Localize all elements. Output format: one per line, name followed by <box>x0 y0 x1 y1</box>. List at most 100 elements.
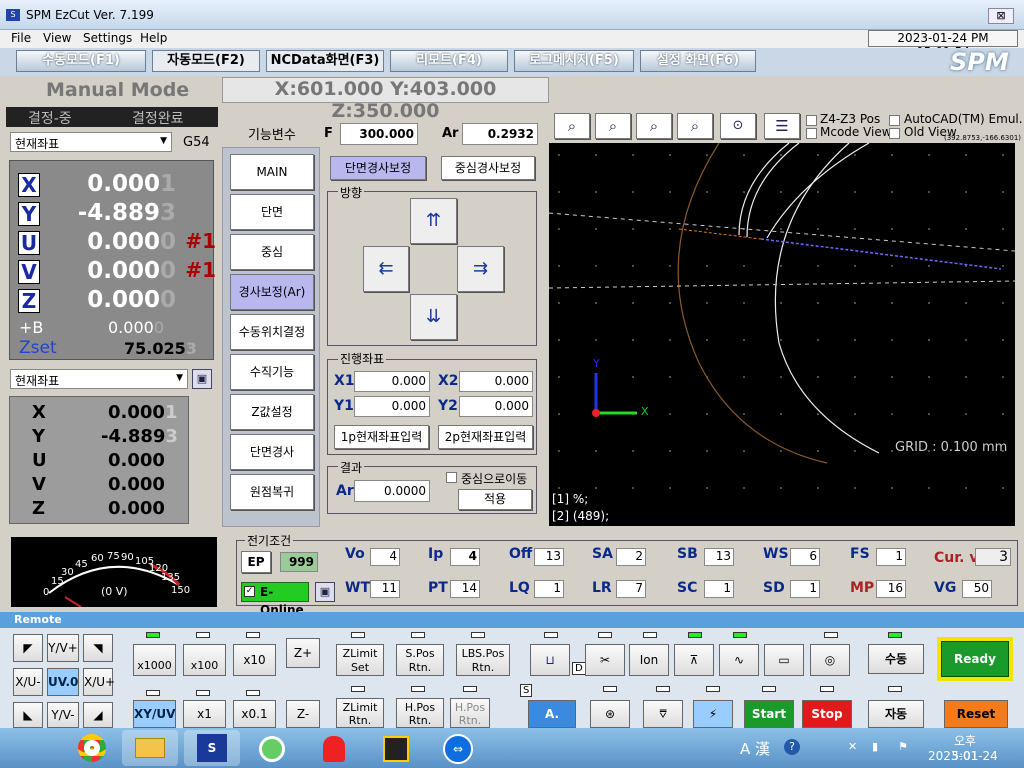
sa-input[interactable]: 2 <box>616 548 646 566</box>
ezcut-icon[interactable]: S <box>184 730 240 766</box>
coord-system-select[interactable]: 현재좌표 ▼ <box>10 132 172 152</box>
manual-mode-button[interactable]: 수동 <box>868 644 924 674</box>
wave-icon[interactable]: ∿ <box>719 644 759 676</box>
y1-input[interactable]: 0.000 <box>354 396 430 417</box>
zoom-fit-icon[interactable]: ⌕ <box>554 113 590 139</box>
ep-value[interactable]: 999 <box>280 552 318 572</box>
wechat-icon[interactable] <box>244 730 300 766</box>
direction-down-button[interactable]: ⇊ <box>410 294 457 340</box>
func-manual-position-button[interactable]: 수동위치결정 <box>230 314 314 350</box>
two-box-icon[interactable]: ▭ <box>764 644 804 676</box>
tab-auto[interactable]: 자동모드(F2) <box>152 50 260 72</box>
mp-input[interactable]: 16 <box>876 580 906 598</box>
menu-file[interactable]: File <box>11 31 31 45</box>
chrome-icon[interactable] <box>64 730 120 766</box>
apply-button[interactable]: 적용 <box>458 489 532 510</box>
jog-down-left-button[interactable]: ◣ <box>13 702 43 728</box>
dopdf-icon[interactable] <box>368 730 424 766</box>
zlimit-rtn-button[interactable]: ZLimit Rtn. <box>336 698 384 728</box>
func-z-set-button[interactable]: Z값설정 <box>230 394 314 430</box>
auto-start-button[interactable]: A. Start <box>528 700 576 747</box>
origin-marker-icon[interactable]: ⊙ <box>720 113 756 139</box>
func-main-button[interactable]: MAIN <box>230 154 314 190</box>
func-taper-correction-button[interactable]: 경사보정(Ar) <box>230 274 314 310</box>
help-icon[interactable]: ? <box>784 739 800 755</box>
vg-input[interactable]: 50 <box>962 580 992 598</box>
direction-up-button[interactable]: ⇈ <box>410 198 457 244</box>
func-home-return-button[interactable]: 원점복귀 <box>230 474 314 510</box>
tab-remote[interactable]: 리모트(F4) <box>390 50 508 72</box>
h-pos-rtn-disabled-button[interactable]: H.Pos Rtn. <box>450 698 490 728</box>
func-vertical-button[interactable]: 수직기능 <box>230 354 314 390</box>
save-icon[interactable]: ▣ <box>192 369 212 389</box>
sb-input[interactable]: 13 <box>704 548 734 566</box>
save-icon[interactable]: ▣ <box>315 582 335 602</box>
lq-input[interactable]: 1 <box>534 580 564 598</box>
jog-x-plus-button[interactable]: X/U+ <box>83 668 115 696</box>
jog-up-left-button[interactable]: ◤ <box>13 634 43 662</box>
volume-muted-icon[interactable]: ✕ <box>848 740 862 754</box>
jog-uv-zero-button[interactable]: UV.0 <box>47 668 79 696</box>
wire-cut-icon[interactable]: ✂ <box>585 644 625 676</box>
jog-up-right-button[interactable]: ◥ <box>83 634 113 662</box>
p2-current-coord-button[interactable]: 2p현재좌표입력 <box>438 425 533 449</box>
lbs-pos-rtn-button[interactable]: LBS.Pos Rtn. <box>456 644 510 676</box>
zlimit-set-button[interactable]: ZLimit Set <box>336 644 384 676</box>
x2-input[interactable]: 0.000 <box>459 371 533 392</box>
start-button[interactable]: Start <box>744 700 794 728</box>
old-view-checkbox[interactable] <box>889 128 900 139</box>
y2-input[interactable]: 0.000 <box>459 396 533 417</box>
ime-indicator[interactable]: A 漢 <box>740 738 770 759</box>
network-icon[interactable]: ▮ <box>872 740 888 754</box>
func-center-button[interactable]: 중심 <box>230 234 314 270</box>
menu-settings[interactable]: Settings <box>83 31 132 45</box>
auto-mode-button[interactable]: 자동 <box>868 700 924 728</box>
tension-icon[interactable]: ⊛ <box>590 700 630 728</box>
list-view-icon[interactable]: ☰ <box>764 113 800 139</box>
coord-system-select-2[interactable]: 현재좌표 ▼ <box>10 369 188 389</box>
s-pos-rtn-button[interactable]: S.Pos Rtn. <box>396 644 444 676</box>
toolpath-graph[interactable]: X Y GRID : 0.100 mm [1] %; [2] (489); <box>549 143 1015 526</box>
power-icon[interactable]: ⚡ <box>693 700 733 728</box>
fs-input[interactable]: 1 <box>876 548 906 566</box>
jog-y-plus-button[interactable]: Y/V+ <box>47 634 79 662</box>
clamp-icon[interactable]: ⊼ <box>674 644 714 676</box>
func-section-button[interactable]: 단면 <box>230 194 314 230</box>
step-x10-button[interactable]: x10 <box>233 644 276 676</box>
step-x1-button[interactable]: x1 <box>183 700 226 728</box>
ep-button[interactable]: EP <box>241 551 271 573</box>
direction-left-button[interactable]: ⇇ <box>363 246 409 292</box>
ip-input[interactable]: 4 <box>450 548 480 566</box>
tank-icon[interactable]: ⊔ <box>530 644 570 676</box>
step-x01-button[interactable]: x0.1 <box>233 700 276 728</box>
ar-input[interactable]: 0.2932 <box>462 123 538 145</box>
lr-input[interactable]: 7 <box>616 580 646 598</box>
func-section-taper-button[interactable]: 단면경사 <box>230 434 314 470</box>
zoom-in-icon[interactable]: ⌕ <box>636 113 672 139</box>
tab-settings[interactable]: 설정 화면(F6) <box>640 50 756 72</box>
tab-ncdata[interactable]: NCData화면(F3) <box>266 50 384 72</box>
tab-logs[interactable]: 로그메시지(F5) <box>514 50 634 72</box>
z-plus-button[interactable]: Z+ <box>286 638 320 668</box>
off-input[interactable]: 13 <box>534 548 564 566</box>
center-taper-correction-button[interactable]: 중심경사보정 <box>441 156 535 180</box>
sc-input[interactable]: 1 <box>704 580 734 598</box>
z4-z3-pos-checkbox[interactable] <box>806 115 817 126</box>
menu-help[interactable]: Help <box>140 31 167 45</box>
close-button[interactable]: ⊠ <box>988 8 1014 24</box>
direction-right-button[interactable]: ⇉ <box>457 246 504 292</box>
h-pos-rtn-button[interactable]: H.Pos Rtn. <box>396 698 444 728</box>
result-ar-input[interactable]: 0.0000 <box>354 480 430 502</box>
zoom-100-icon[interactable]: ⌕ <box>595 113 631 139</box>
reset-button[interactable]: Reset <box>944 700 1008 728</box>
teamviewer-icon[interactable]: ⇔ <box>430 730 486 766</box>
spool-icon[interactable]: ◎ <box>810 644 850 676</box>
e-online-checkbox[interactable]: ✓ <box>244 586 255 597</box>
flag-icon[interactable]: ⚑ <box>898 740 912 754</box>
jog-down-right-button[interactable]: ◢ <box>83 702 113 728</box>
step-x100-button[interactable]: x100 <box>183 644 226 676</box>
xyuv-button[interactable]: XY/UV <box>133 700 176 728</box>
move-to-center-checkbox[interactable] <box>446 472 457 483</box>
vo-input[interactable]: 4 <box>370 548 400 566</box>
ws-input[interactable]: 6 <box>790 548 820 566</box>
